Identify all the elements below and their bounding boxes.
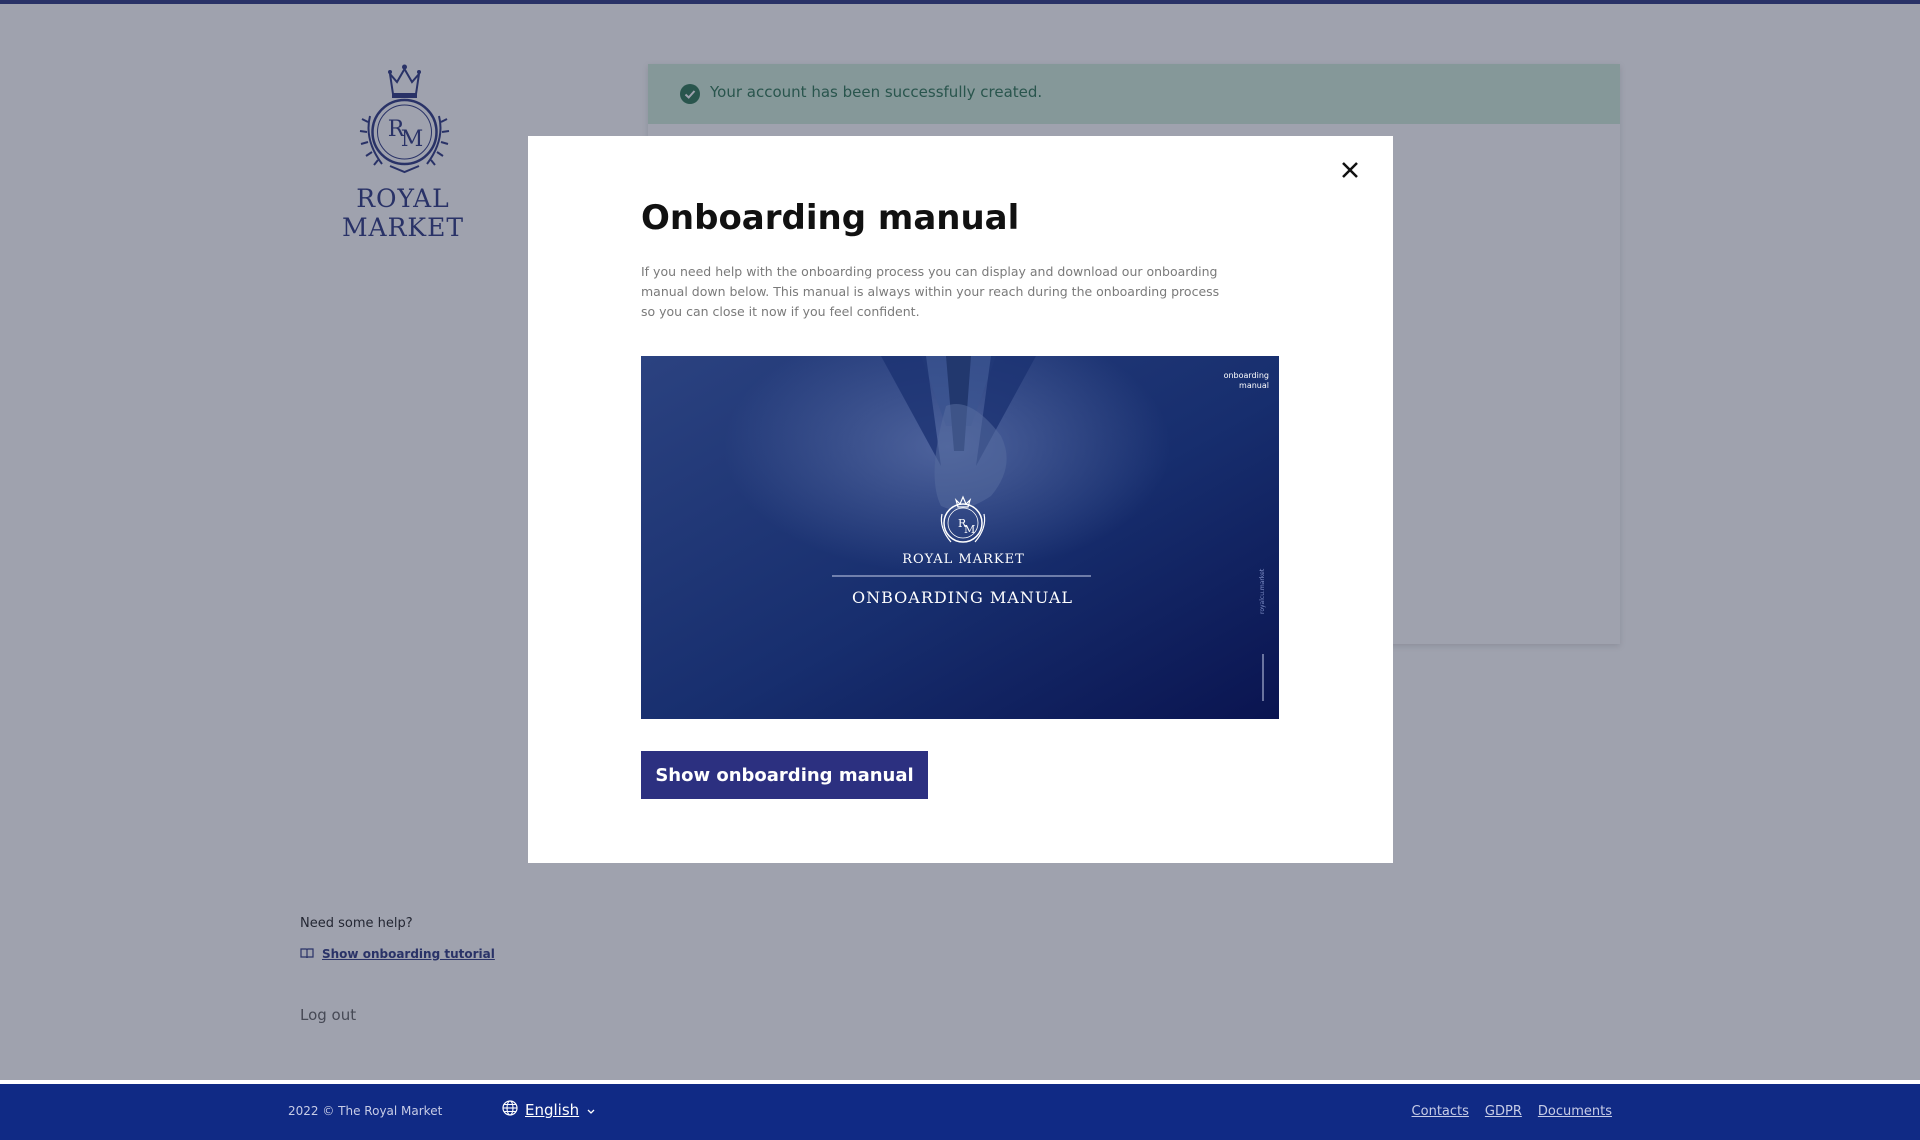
close-icon[interactable] [1338,158,1362,182]
modal-description: If you need help with the onboarding pro… [641,264,1220,319]
preview-corner-line-2: manual [1239,381,1269,390]
preview-title: ONBOARDING MANUAL [851,588,1073,607]
copyright: 2022 © The Royal Market [288,1104,443,1118]
onboarding-modal: Onboarding manual If you need help with … [528,136,1393,863]
manual-preview-image[interactable]: R M onboarding manual ROYAL MARKET ONBOA… [641,356,1279,719]
footer: 2022 © The Royal Market English Contacts… [0,1080,1920,1140]
footer-link-gdpr[interactable]: GDPR [1485,1104,1522,1119]
footer-links: Contacts GDPR Documents [1412,1104,1612,1119]
svg-text:M: M [964,523,975,536]
preview-corner-label: onboarding manual [1224,371,1269,391]
show-onboarding-manual-button[interactable]: Show onboarding manual [641,751,928,799]
language-selector[interactable]: English [502,1100,596,1120]
preview-brand: ROYAL MARKET [902,552,1025,567]
globe-icon [502,1100,518,1120]
manual-cover-artwork: R M [641,356,1279,719]
preview-corner-line-1: onboarding [1223,371,1269,380]
footer-link-documents[interactable]: Documents [1538,1104,1612,1119]
language-label: English [525,1101,580,1119]
modal-title: Onboarding manual [641,198,1020,238]
chevron-down-icon [586,1101,596,1120]
footer-link-contacts[interactable]: Contacts [1412,1104,1469,1119]
preview-side-text: royalcu.market [1259,568,1266,614]
